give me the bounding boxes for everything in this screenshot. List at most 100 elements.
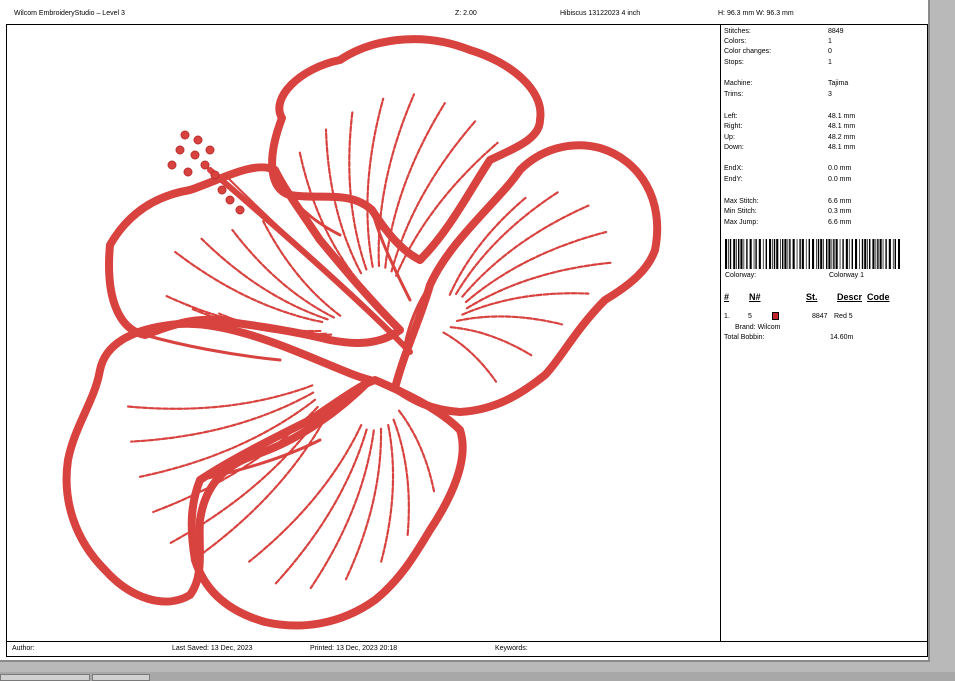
stamen-anther <box>193 135 203 145</box>
stamen-anther <box>210 170 220 180</box>
thread-brand: Brand: Wilcom <box>735 324 781 331</box>
footer-last-saved: Last Saved: 13 Dec, 2023 <box>172 645 253 652</box>
barcode-bar <box>784 239 787 269</box>
stamen-anther <box>205 145 215 155</box>
stat-label: Machine: <box>724 80 753 87</box>
barcode-bar <box>758 239 761 269</box>
barcode-bar <box>831 239 833 269</box>
barcode-bar <box>808 239 810 269</box>
barcode-bar <box>743 239 745 269</box>
barcode-bar <box>782 239 784 269</box>
petal-outline <box>62 319 374 606</box>
barcode-bar <box>820 239 823 269</box>
petal-vein <box>455 191 559 295</box>
barcode-bar <box>801 239 804 269</box>
barcode-bar <box>773 239 776 269</box>
petal-vein <box>392 418 410 537</box>
row-num: 1. <box>724 313 730 320</box>
barcode-bar <box>817 239 820 269</box>
stat-value: 48.1 mm <box>828 113 856 120</box>
col-header-descr: Descr <box>837 292 863 302</box>
barcode-bar <box>867 239 868 269</box>
stat-label: Left: <box>724 113 738 120</box>
barcode-bar <box>855 239 858 269</box>
barcode-bar <box>812 239 815 269</box>
barcode-bar <box>736 239 737 269</box>
stamen-anther <box>180 130 190 140</box>
taskbar-button[interactable] <box>0 674 90 681</box>
barcode-bar <box>728 239 729 269</box>
design-size: H: 96.3 mm W: 96.3 mm <box>718 10 794 17</box>
row-stitches: 8847 <box>812 313 828 320</box>
barcode-bar <box>875 239 877 269</box>
barcode-bar <box>725 239 728 269</box>
barcode-bar <box>792 239 795 269</box>
stat-value: 6.6 mm <box>828 219 852 226</box>
petal-vein <box>449 326 533 357</box>
col-header-code: Code <box>867 292 890 302</box>
stat-label: Min Stitch: <box>724 208 757 215</box>
footer-printed: Printed: 13 Dec, 2023 20:18 <box>310 645 398 652</box>
barcode-bar <box>765 239 767 269</box>
barcode-bar <box>872 239 875 269</box>
barcode-bar <box>828 239 831 269</box>
stat-label: Right: <box>724 123 743 130</box>
petal-vein <box>125 384 314 410</box>
barcode-bar <box>753 239 755 269</box>
barcode-bar <box>885 239 887 269</box>
barcode-bar <box>869 239 871 269</box>
barcode-bar <box>729 239 732 269</box>
col-header-stitches: St. <box>806 292 818 302</box>
barcode-bar <box>796 239 798 269</box>
barcode-bar <box>882 239 884 269</box>
stamen-anther <box>200 160 210 170</box>
stat-value: 0.0 mm <box>828 176 852 183</box>
petal-vein <box>442 331 498 383</box>
stamen-anther <box>175 145 185 155</box>
barcode-bar <box>780 239 781 269</box>
embroidery-design-canvas <box>62 35 662 630</box>
petal-vein <box>461 292 590 316</box>
taskbar-button[interactable] <box>92 674 150 681</box>
barcode-bar <box>894 239 896 269</box>
print-preview-sheet: Wilcom EmbroideryStudio – Level 3 Z: 2.0… <box>0 0 930 662</box>
barcode-bar <box>888 239 891 269</box>
stat-label: Trims: <box>724 91 744 98</box>
stat-label: EndX: <box>724 165 744 172</box>
barcode-bar <box>816 239 817 269</box>
stat-value: Tajima <box>828 80 849 87</box>
stamen-anther <box>190 150 200 160</box>
barcode-bar <box>851 239 853 269</box>
panel-divider <box>720 24 721 641</box>
petal-vein <box>309 429 375 590</box>
colorway-label: Colorway: <box>725 272 757 279</box>
stat-value: 1 <box>828 38 832 45</box>
barcode-bar <box>839 239 841 269</box>
stat-value: 48.2 mm <box>828 134 856 141</box>
stat-value: 6.6 mm <box>828 198 852 205</box>
barcode-bar <box>859 239 860 269</box>
barcode-bar <box>776 239 779 269</box>
barcode-bar <box>749 239 752 269</box>
stat-label: Stitches: <box>724 28 751 35</box>
petal-vein <box>344 427 383 581</box>
stat-value: 48.1 mm <box>828 123 856 130</box>
stat-label: Down: <box>724 144 744 151</box>
thread-color-swatch <box>772 312 779 320</box>
barcode-bar <box>740 239 743 269</box>
barcode-bar <box>746 239 748 269</box>
footer-author: Author: <box>12 645 35 652</box>
stamen-anther <box>183 167 193 177</box>
stat-label: Stops: <box>724 59 744 66</box>
stat-value: 48.1 mm <box>828 144 856 151</box>
colorway-value: Colorway 1 <box>829 272 865 279</box>
stat-value: 3 <box>828 91 832 98</box>
row-needle: 5 <box>748 313 752 320</box>
barcode-bar <box>877 239 879 269</box>
petal-vein <box>200 237 329 321</box>
barcode-bar <box>848 239 850 269</box>
barcode-bar <box>835 239 838 269</box>
row-descr: Red 5 <box>834 313 853 320</box>
stat-value: 8849 <box>828 28 844 35</box>
stat-label: EndY: <box>724 176 743 183</box>
